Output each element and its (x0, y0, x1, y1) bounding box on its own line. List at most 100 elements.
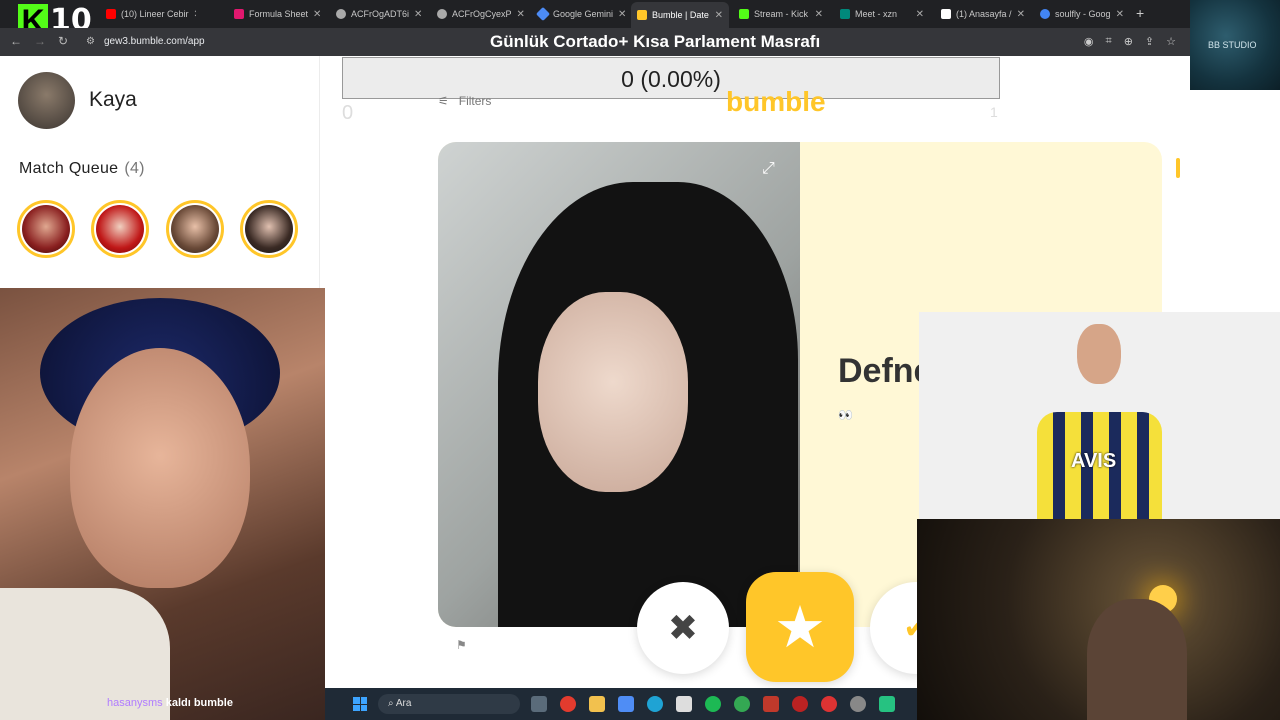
spotify-icon[interactable] (705, 696, 721, 712)
chrome-icon[interactable] (560, 696, 576, 712)
scrollbar[interactable] (1176, 158, 1180, 178)
close-icon[interactable]: ✕ (414, 9, 422, 20)
kick-icon (739, 9, 749, 19)
photo-face-shape (538, 292, 688, 492)
app-green-icon[interactable] (879, 696, 895, 712)
expand-icon[interactable]: ⤢ (762, 160, 775, 178)
close-icon[interactable]: ✕ (194, 9, 196, 20)
youtube-icon (106, 9, 116, 19)
browser-tab[interactable]: (1) Anasayfa / ✕ (935, 4, 1031, 24)
location-icon[interactable]: ◉ (1084, 35, 1094, 48)
task-view-icon[interactable] (531, 696, 547, 712)
pass-button[interactable]: ✖ (637, 582, 729, 674)
match-queue-avatar[interactable] (166, 200, 224, 258)
app-icon[interactable] (618, 696, 634, 712)
match-queue-avatar[interactable] (240, 200, 298, 258)
record-icon[interactable] (821, 696, 837, 712)
close-icon[interactable]: ✕ (517, 9, 525, 20)
site-info-icon[interactable]: ⚙ (86, 36, 95, 47)
windows-start-icon[interactable] (353, 697, 367, 711)
streamer-head-shape (1087, 599, 1187, 720)
close-icon[interactable]: ✕ (916, 9, 924, 20)
globe-icon (336, 9, 346, 19)
close-icon[interactable]: ✕ (715, 10, 723, 21)
browser-tab[interactable]: Stream - Kick ✕ (733, 4, 829, 24)
app-red-icon[interactable] (792, 696, 808, 712)
chat-text: kaldı bumble (165, 697, 233, 709)
match-queue-avatar[interactable] (17, 200, 75, 258)
report-flag-icon[interactable]: ⚑ (456, 638, 467, 652)
x-icon (941, 9, 951, 19)
jersey-text: AVIS (1071, 450, 1117, 472)
streamer-webcam-right (917, 519, 1280, 720)
close-icon[interactable]: ✕ (1017, 9, 1025, 20)
tab-label: Formula Sheet (249, 9, 309, 19)
browser-tab[interactable]: ACFrOgADT6i ✕ (330, 4, 426, 24)
taskbar-search-placeholder: Ara (395, 698, 412, 709)
match-queue-count: (4) (124, 160, 145, 177)
match-queue-heading: Match Queue (4) (19, 160, 145, 178)
translate-icon[interactable]: ⌗ (1105, 35, 1111, 48)
avatar[interactable] (18, 72, 75, 129)
counter-right: 1 (990, 104, 998, 120)
formula-sheet-icon (234, 9, 244, 19)
store-icon[interactable] (676, 696, 692, 712)
browser-tab[interactable]: (10) Lineer Cebir ✕ (100, 4, 196, 24)
browser-tab[interactable]: Google Gemini ✕ (532, 4, 628, 24)
bookmark-star-icon[interactable]: ☆ (1166, 35, 1176, 48)
meet-icon (840, 9, 850, 19)
filters-button[interactable]: ⚟ Filters (438, 94, 491, 108)
close-icon[interactable]: ✕ (1116, 9, 1124, 20)
browser-tab[interactable]: ACFrOgCyexP ✕ (431, 4, 527, 24)
chat-message: hasanysms kaldı bumble (107, 697, 233, 709)
back-icon[interactable]: ← (10, 34, 22, 48)
superswipe-button[interactable]: ★ (746, 572, 854, 682)
tab-label: Google Gemini (553, 9, 614, 19)
new-tab-icon[interactable]: + (1136, 5, 1144, 21)
browser-tab[interactable]: soulfly - Goog ✕ (1034, 4, 1130, 24)
browser-tab[interactable]: Formula Sheet ✕ (228, 4, 324, 24)
studio-logo: BB STUDIO (1190, 0, 1280, 90)
tab-label: Bumble | Date (652, 10, 709, 20)
gemini-icon (535, 6, 551, 22)
browser-tab-bar: K 10 (10) Lineer Cebir✕ Formula Sheet✕ A… (0, 0, 1190, 38)
windows-taskbar: ⌕ Ara (325, 688, 917, 720)
close-icon[interactable]: ✕ (313, 9, 321, 20)
file-explorer-icon[interactable] (589, 696, 605, 712)
chrome-active-icon[interactable] (734, 696, 750, 712)
close-icon[interactable]: ✕ (815, 9, 823, 20)
filters-label: Filters (458, 94, 492, 108)
browser-tools: ◉ ⌗ ⊕ ⇪ ☆ (1084, 35, 1176, 48)
user-name[interactable]: Kaya (89, 88, 137, 112)
tab-label: Meet - xzn (855, 9, 898, 19)
close-icon: ✖ (667, 607, 699, 648)
browser-tab[interactable]: Meet - xzn ✕ (834, 4, 930, 24)
settings-icon[interactable] (850, 696, 866, 712)
tab-label: soulfly - Goog (1055, 9, 1111, 19)
bumble-logo: bumble (726, 86, 826, 117)
match-queue-label: Match Queue (19, 160, 119, 177)
browser-tab-active[interactable]: Bumble | Date ✕ (631, 2, 729, 28)
pdf-icon[interactable] (763, 696, 779, 712)
taskbar-search[interactable]: ⌕ Ara (378, 694, 520, 714)
player-head-shape (1077, 324, 1121, 384)
reload-icon[interactable]: ↻ (58, 34, 68, 48)
star-icon: ★ (774, 595, 826, 660)
filters-icon: ⚟ (438, 94, 449, 108)
bumble-icon (637, 10, 647, 20)
streamer-webcam-left (0, 288, 325, 720)
tab-label: (10) Lineer Cebir (121, 9, 189, 19)
share-icon[interactable]: ⇪ (1145, 35, 1154, 48)
url-field[interactable]: gew3.bumble.com/app (104, 36, 205, 47)
close-icon[interactable]: ✕ (618, 9, 626, 20)
zoom-icon[interactable]: ⊕ (1124, 35, 1133, 48)
profile-photo[interactable]: ⤢ (438, 142, 800, 627)
match-queue-avatar[interactable] (91, 200, 149, 258)
tab-label: Stream - Kick (754, 9, 809, 19)
google-icon (1040, 9, 1050, 19)
chat-username: hasanysms (107, 697, 163, 709)
edge-icon[interactable] (647, 696, 663, 712)
forward-icon[interactable]: → (34, 34, 46, 48)
globe-icon (437, 9, 447, 19)
sidebar: Kaya Match Queue (4) (0, 56, 320, 288)
